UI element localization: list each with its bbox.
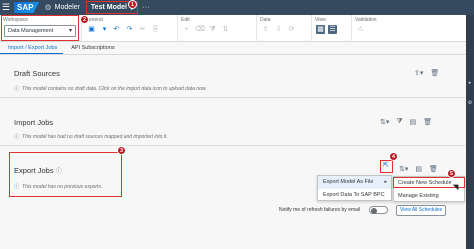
annotation-badge-2: 2	[80, 15, 89, 24]
grid-view-icon[interactable]: ▦	[316, 25, 325, 34]
import-jobs-info: ⓘ This model has had no draft sources ma…	[14, 133, 168, 141]
info-icon: ⓘ	[14, 86, 20, 92]
export-icon[interactable]: ⇩	[274, 25, 283, 34]
draft-sources-title: Draft Sources	[14, 69, 60, 78]
data-label: Data	[260, 17, 271, 23]
refresh-icon[interactable]: ⟳	[287, 25, 296, 34]
copy-icon[interactable]: ⎘	[151, 25, 160, 34]
sort-icon[interactable]: ⇅	[221, 25, 230, 34]
export-icon: ⇱	[383, 162, 389, 169]
draft-sources-info-text: This model contains no draft data. Click…	[22, 85, 207, 92]
menu-item-label: Export Model As File	[323, 179, 374, 185]
view-group: View ▦ ☰	[312, 15, 352, 42]
export-jobs-title-text: Export Jobs	[14, 166, 54, 175]
annotation-badge-1: 1	[128, 0, 137, 9]
toolbar: Workspace Data Management ▾ General ▣ ▾ …	[0, 15, 466, 42]
notify-toggle[interactable]	[369, 206, 388, 214]
toggle-knob	[371, 207, 377, 214]
data-group: Data ⇪ ⇩ ⟳	[257, 15, 312, 42]
divider	[0, 145, 466, 146]
filter-icon[interactable]: ⧩	[396, 118, 402, 126]
tab-api-subscriptions[interactable]: API Subscriptions	[63, 42, 120, 54]
menu-icon[interactable]: ☰	[0, 0, 12, 15]
edit-label: Edit	[181, 17, 190, 23]
sap-logo: SAP	[14, 2, 40, 13]
import-jobs-title: Import Jobs	[14, 118, 54, 127]
shell-bar: ☰ SAP ⚙ Modeler Test Model ▾ ···	[0, 0, 474, 15]
tab-import-export-jobs[interactable]: Import / Export Jobs	[0, 42, 64, 54]
validate-icon[interactable]: ⚠	[356, 25, 365, 34]
draft-actions: ⇪▾ 🗑	[414, 69, 439, 77]
export-actions: ⇅▾ ▤ 🗑	[399, 165, 438, 173]
view-all-schedules-button[interactable]: View All Schedules	[396, 205, 447, 216]
export-jobs-info-text: This model has no previous exports.	[22, 183, 103, 190]
cut-icon[interactable]: ✂	[138, 25, 147, 34]
notify-label: Notify me of refresh failures by email	[279, 207, 361, 213]
annotation-badge-5: 5	[447, 169, 456, 178]
right-side-panel: ▸ ⚙	[466, 15, 474, 249]
export-jobs-info: ⓘ This model has no previous exports.	[14, 183, 103, 191]
export-jobs-title: Export Jobs ⓘ	[14, 166, 62, 175]
view-label: View	[315, 17, 326, 23]
menu-item-export-data-to-sap-bpc[interactable]: Export Data To SAP BPC	[318, 189, 391, 202]
delete-icon[interactable]: ⌫	[195, 25, 205, 34]
draft-sources-info: ⓘ This model contains no draft data. Cli…	[14, 85, 207, 93]
import-jobs-info-text: This model has had no draft sources mapp…	[22, 133, 168, 140]
list-view-icon[interactable]: ☰	[328, 25, 337, 34]
save-icon[interactable]: ▣	[87, 25, 96, 34]
import-icon[interactable]: ⇪▾	[414, 69, 423, 77]
redo-icon[interactable]: ↷	[125, 25, 134, 34]
menu-item-manage-existing-schedules[interactable]: Manage Existing Schedules	[394, 190, 464, 212]
chevron-right-icon: ▸	[384, 179, 387, 185]
edit-group: Edit + ⌫ ⧩ ⇅	[178, 15, 257, 42]
calendar-icon[interactable]: ▤	[410, 118, 417, 126]
info-icon[interactable]: ⓘ	[56, 169, 62, 175]
workspace-group: Workspace Data Management ▾	[0, 15, 82, 42]
model-title: Test Model	[90, 4, 127, 11]
divider	[0, 97, 466, 98]
expand-icon[interactable]: ▸	[467, 80, 473, 86]
info-icon: ⓘ	[14, 184, 20, 190]
annotation-box-workspace	[1, 15, 79, 41]
more-icon[interactable]: ···	[142, 4, 149, 11]
filter-icon[interactable]: ⧩	[208, 25, 217, 34]
info-icon: ⓘ	[14, 134, 20, 140]
menu-item-export-model-as-file[interactable]: Export Model As File ▸	[318, 176, 391, 189]
general-group: General ▣ ▾ ↶ ↷ ✂ ⎘	[82, 15, 178, 42]
annotation-badge-3: 3	[117, 146, 126, 155]
add-icon[interactable]: +	[182, 25, 191, 34]
menu-item-label: Export Data To SAP BPC	[323, 192, 385, 198]
export-button[interactable]: ⇱	[380, 160, 393, 173]
sort-icon[interactable]: ⇅▾	[380, 118, 389, 126]
modeler-icon: ⚙	[44, 3, 52, 12]
delete-icon[interactable]: 🗑	[423, 118, 432, 126]
import-icon[interactable]: ⇪	[261, 25, 270, 34]
undo-icon[interactable]: ↶	[112, 25, 121, 34]
app-title: Modeler	[54, 4, 80, 11]
annotation-badge-4: 4	[389, 152, 398, 161]
export-menu: Export Model As File ▸ Export Data To SA…	[317, 175, 392, 201]
import-actions: ⇅▾ ⧩ ▤ 🗑	[380, 118, 432, 126]
tab-bar: Import / Export Jobs API Subscriptions	[0, 42, 466, 55]
delete-icon[interactable]: 🗑	[429, 165, 438, 173]
sort-icon[interactable]: ⇅▾	[399, 165, 408, 173]
validation-label: Validation	[355, 17, 377, 23]
chevron-down-icon[interactable]: ▾	[100, 25, 109, 34]
delete-icon[interactable]: 🗑	[430, 69, 439, 77]
validation-group: Validation ⚠	[352, 15, 402, 42]
settings-icon[interactable]: ⚙	[467, 100, 473, 106]
calendar-icon[interactable]: ▤	[415, 165, 422, 173]
